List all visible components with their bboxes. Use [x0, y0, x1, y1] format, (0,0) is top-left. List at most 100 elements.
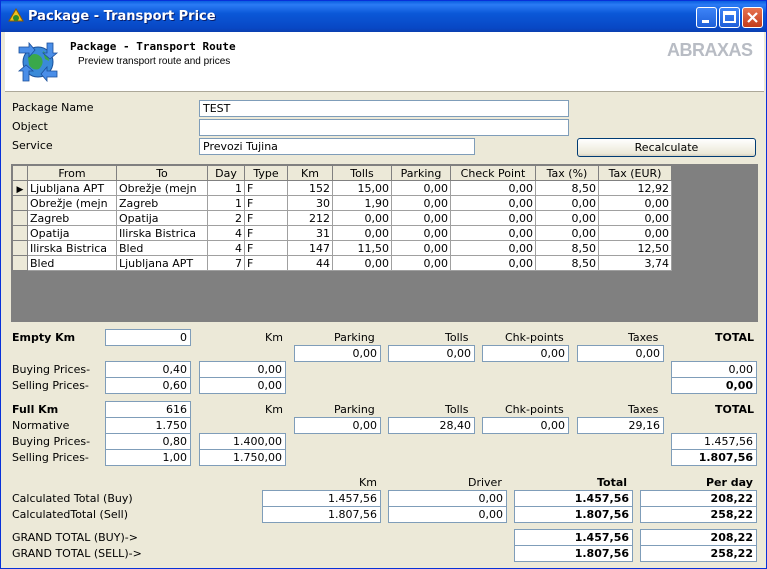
grid-cell[interactable]: 0,00: [598, 225, 672, 241]
grid-cell[interactable]: 0,00: [450, 255, 536, 271]
grid-cell[interactable]: 8,50: [535, 240, 599, 256]
grid-cell[interactable]: 44: [287, 255, 333, 271]
grid-header-cell[interactable]: Parking: [391, 165, 451, 181]
empty-buying-km-field[interactable]: 0,00: [199, 361, 286, 378]
full-chk-field[interactable]: 0,00: [482, 417, 569, 434]
grid-cell[interactable]: 0,00: [450, 180, 536, 196]
grid-cell[interactable]: 0,00: [391, 240, 451, 256]
grid-header-cell[interactable]: From: [27, 165, 117, 181]
grid-cell[interactable]: 1: [207, 180, 245, 196]
full-buying-price-field[interactable]: 0,80: [105, 433, 191, 450]
grid-cell[interactable]: 0,00: [391, 210, 451, 226]
grid-cell[interactable]: 0,00: [598, 210, 672, 226]
grid-cell[interactable]: 152: [287, 180, 333, 196]
row-indicator[interactable]: ▶: [12, 180, 28, 196]
full-taxes-field[interactable]: 29,16: [577, 417, 664, 434]
grid-cell[interactable]: 0,00: [535, 210, 599, 226]
empty-tolls-field[interactable]: 0,00: [388, 345, 475, 362]
grid-cell[interactable]: 0,00: [450, 240, 536, 256]
calc-sell-km-field[interactable]: 1.807,56: [262, 506, 381, 523]
grid-cell[interactable]: Opatija: [27, 225, 117, 241]
row-indicator[interactable]: [12, 210, 28, 226]
minimize-button[interactable]: [696, 7, 717, 28]
grid-cell[interactable]: 0,00: [535, 225, 599, 241]
grid-cell[interactable]: 8,50: [535, 255, 599, 271]
empty-buying-price-field[interactable]: 0,40: [105, 361, 191, 378]
calc-sell-driver-field[interactable]: 0,00: [388, 506, 507, 523]
grid-cell[interactable]: Zagreb: [27, 210, 117, 226]
grid-cell[interactable]: F: [244, 225, 288, 241]
calc-buy-km-field[interactable]: 1.457,56: [262, 490, 381, 507]
package-name-field[interactable]: TEST: [199, 100, 569, 117]
grid-header-cell[interactable]: Km: [287, 165, 333, 181]
grid-header-cell[interactable]: To: [116, 165, 208, 181]
grid-cell[interactable]: 0,00: [450, 195, 536, 211]
full-buying-total-field[interactable]: 1.457,56: [671, 433, 757, 450]
grid-cell[interactable]: F: [244, 255, 288, 271]
grid-cell[interactable]: 0,00: [450, 225, 536, 241]
grid-cell[interactable]: 4: [207, 240, 245, 256]
table-row[interactable]: Opatija Ilirska Bistrica 4 F 31 0,00 0,00 0,00 0…: [12, 225, 672, 241]
grid-cell[interactable]: F: [244, 195, 288, 211]
grid-header-cell[interactable]: Tax (%): [535, 165, 599, 181]
calc-sell-total-field[interactable]: 1.807,56: [514, 506, 633, 523]
normative-field[interactable]: 1.750: [105, 417, 191, 434]
service-field[interactable]: Prevozi Tujina: [199, 138, 475, 155]
grid-cell[interactable]: 3,74: [598, 255, 672, 271]
row-indicator[interactable]: [12, 240, 28, 256]
grid-cell[interactable]: 0,00: [332, 255, 392, 271]
full-buying-km-field[interactable]: 1.400,00: [199, 433, 286, 450]
full-selling-km-field[interactable]: 1.750,00: [199, 449, 286, 466]
empty-buying-total-field[interactable]: 0,00: [671, 361, 757, 378]
grid-cell[interactable]: 30: [287, 195, 333, 211]
title-bar[interactable]: Package - Transport Price: [1, 1, 766, 32]
table-row[interactable]: Ilirska Bistrica Bled 4 F 147 11,50 0,00 0,00 8,…: [12, 240, 672, 256]
grid-cell[interactable]: 8,50: [535, 180, 599, 196]
empty-selling-price-field[interactable]: 0,60: [105, 377, 191, 394]
row-indicator[interactable]: [12, 255, 28, 271]
grand-buy-total-field[interactable]: 1.457,56: [514, 529, 633, 546]
grid-cell[interactable]: Ljubljana APT: [27, 180, 117, 196]
table-row[interactable]: Obrežje (mejn Zagreb 1 F 30 1,90 0,00 0,00 0,00 0…: [12, 195, 672, 211]
table-row[interactable]: ▶ Ljubljana APT Obrežje (mejn 1 F 152 15,00 0,0…: [12, 180, 672, 196]
grid-cell[interactable]: 4: [207, 225, 245, 241]
full-km-field[interactable]: 616: [105, 401, 191, 418]
grid-cell[interactable]: 0,00: [535, 195, 599, 211]
grand-buy-perday-field[interactable]: 208,22: [640, 529, 757, 546]
grid-cell[interactable]: 15,00: [332, 180, 392, 196]
grid-cell[interactable]: F: [244, 210, 288, 226]
row-indicator[interactable]: [12, 195, 28, 211]
grid-cell[interactable]: F: [244, 180, 288, 196]
table-row[interactable]: Zagreb Opatija 2 F 212 0,00 0,00 0,00 0,00 0,00: [12, 210, 672, 226]
grid-cell[interactable]: Bled: [27, 255, 117, 271]
grid-cell[interactable]: Ilirska Bistrica: [116, 225, 208, 241]
grid-cell[interactable]: 1: [207, 195, 245, 211]
grid-cell[interactable]: Bled: [116, 240, 208, 256]
calc-buy-total-field[interactable]: 1.457,56: [514, 490, 633, 507]
grid-cell[interactable]: 7: [207, 255, 245, 271]
grid-header-cell[interactable]: Type: [244, 165, 288, 181]
calc-buy-perday-field[interactable]: 208,22: [640, 490, 757, 507]
calc-buy-driver-field[interactable]: 0,00: [388, 490, 507, 507]
grid-cell[interactable]: Obrežje (mejn: [27, 195, 117, 211]
grid-cell[interactable]: F: [244, 240, 288, 256]
grid-header-cell[interactable]: Check Point: [450, 165, 536, 181]
grid-cell[interactable]: 0,00: [332, 225, 392, 241]
empty-taxes-field[interactable]: 0,00: [577, 345, 664, 362]
grid-cell[interactable]: 0,00: [332, 210, 392, 226]
empty-selling-km-field[interactable]: 0,00: [199, 377, 286, 394]
grid-cell[interactable]: 0,00: [450, 210, 536, 226]
full-selling-price-field[interactable]: 1,00: [105, 449, 191, 466]
maximize-button[interactable]: [719, 7, 740, 28]
empty-parking-field[interactable]: 0,00: [294, 345, 381, 362]
grid-cell[interactable]: 212: [287, 210, 333, 226]
grid-cell[interactable]: Opatija: [116, 210, 208, 226]
grid-cell[interactable]: Ljubljana APT: [116, 255, 208, 271]
empty-km-field[interactable]: 0: [105, 329, 191, 346]
full-tolls-field[interactable]: 28,40: [388, 417, 475, 434]
grid-header-cell[interactable]: Tolls: [332, 165, 392, 181]
grid-cell[interactable]: 12,50: [598, 240, 672, 256]
grid-cell[interactable]: 11,50: [332, 240, 392, 256]
empty-selling-total-field[interactable]: 0,00: [671, 377, 757, 394]
table-row[interactable]: Bled Ljubljana APT 7 F 44 0,00 0,00 0,00 8,50 3,7…: [12, 255, 672, 271]
